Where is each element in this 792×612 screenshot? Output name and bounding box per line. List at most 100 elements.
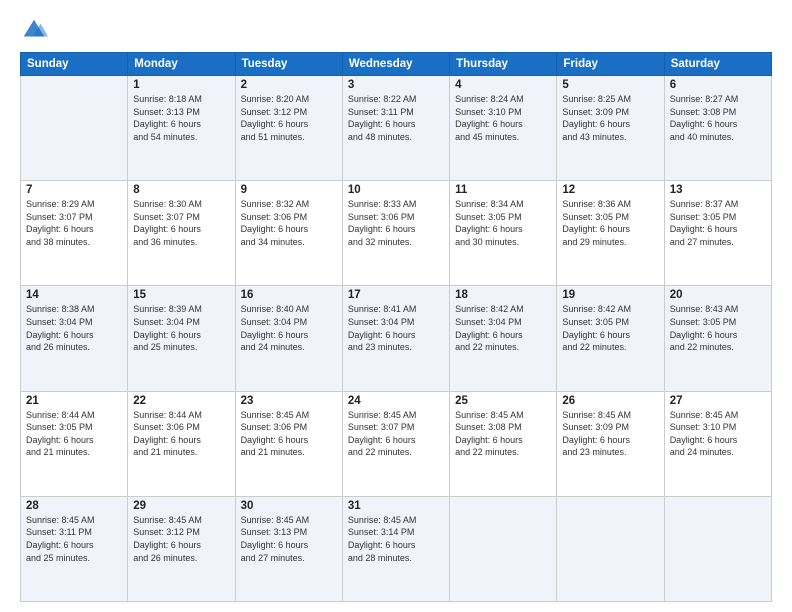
cell-info: Sunrise: 8:45 AM Sunset: 3:07 PM Dayligh…	[348, 409, 444, 459]
calendar-cell	[557, 496, 664, 601]
day-number: 26	[562, 395, 658, 407]
day-number: 27	[670, 395, 766, 407]
cell-info: Sunrise: 8:38 AM Sunset: 3:04 PM Dayligh…	[26, 303, 122, 353]
cell-info: Sunrise: 8:40 AM Sunset: 3:04 PM Dayligh…	[241, 303, 337, 353]
calendar-cell: 30 Sunrise: 8:45 AM Sunset: 3:13 PM Dayli…	[235, 496, 342, 601]
cell-info: Sunrise: 8:45 AM Sunset: 3:11 PM Dayligh…	[26, 514, 122, 564]
calendar-cell: 11 Sunrise: 8:34 AM Sunset: 3:05 PM Dayli…	[450, 181, 557, 286]
calendar-cell: 7Sunrise: 8:29 AM Sunset: 3:07 PM Daylig…	[21, 181, 128, 286]
day-number: 4	[455, 79, 551, 91]
calendar-week-row: 28 Sunrise: 8:45 AM Sunset: 3:11 PM Dayli…	[21, 496, 772, 601]
calendar-cell: 16 Sunrise: 8:40 AM Sunset: 3:04 PM Dayli…	[235, 286, 342, 391]
day-number: 1	[133, 79, 229, 91]
calendar-week-row: 1 Sunrise: 8:18 AM Sunset: 3:13 PM Daylig…	[21, 76, 772, 181]
calendar-table: SundayMondayTuesdayWednesdayThursdayFrid…	[20, 52, 772, 602]
calendar-day-header: Saturday	[664, 53, 771, 76]
cell-info: Sunrise: 8:25 AM Sunset: 3:09 PM Dayligh…	[562, 93, 658, 143]
cell-info: Sunrise: 8:18 AM Sunset: 3:13 PM Dayligh…	[133, 93, 229, 143]
calendar-cell: 31Sunrise: 8:45 AM Sunset: 3:14 PM Dayli…	[342, 496, 449, 601]
calendar-cell: 15 Sunrise: 8:39 AM Sunset: 3:04 PM Dayli…	[128, 286, 235, 391]
day-number: 6	[670, 79, 766, 91]
cell-info: Sunrise: 8:34 AM Sunset: 3:05 PM Dayligh…	[455, 198, 551, 248]
calendar-cell: 14Sunrise: 8:38 AM Sunset: 3:04 PM Dayli…	[21, 286, 128, 391]
day-number: 8	[133, 184, 229, 196]
cell-info: Sunrise: 8:45 AM Sunset: 3:09 PM Dayligh…	[562, 409, 658, 459]
logo-icon	[20, 16, 48, 44]
cell-info: Sunrise: 8:45 AM Sunset: 3:13 PM Dayligh…	[241, 514, 337, 564]
header	[20, 16, 772, 44]
cell-info: Sunrise: 8:37 AM Sunset: 3:05 PM Dayligh…	[670, 198, 766, 248]
cell-info: Sunrise: 8:43 AM Sunset: 3:05 PM Dayligh…	[670, 303, 766, 353]
day-number: 17	[348, 289, 444, 301]
calendar-cell	[450, 496, 557, 601]
calendar-week-row: 21 Sunrise: 8:44 AM Sunset: 3:05 PM Dayli…	[21, 391, 772, 496]
day-number: 31	[348, 500, 444, 512]
calendar-cell	[21, 76, 128, 181]
calendar-week-row: 14Sunrise: 8:38 AM Sunset: 3:04 PM Dayli…	[21, 286, 772, 391]
cell-info: Sunrise: 8:41 AM Sunset: 3:04 PM Dayligh…	[348, 303, 444, 353]
calendar-cell: 22 Sunrise: 8:44 AM Sunset: 3:06 PM Dayli…	[128, 391, 235, 496]
calendar-cell: 9 Sunrise: 8:32 AM Sunset: 3:06 PM Daylig…	[235, 181, 342, 286]
day-number: 23	[241, 395, 337, 407]
cell-info: Sunrise: 8:20 AM Sunset: 3:12 PM Dayligh…	[241, 93, 337, 143]
calendar-day-header: Tuesday	[235, 53, 342, 76]
calendar-cell: 20Sunrise: 8:43 AM Sunset: 3:05 PM Dayli…	[664, 286, 771, 391]
day-number: 10	[348, 184, 444, 196]
cell-info: Sunrise: 8:44 AM Sunset: 3:06 PM Dayligh…	[133, 409, 229, 459]
day-number: 19	[562, 289, 658, 301]
day-number: 18	[455, 289, 551, 301]
calendar-cell: 26 Sunrise: 8:45 AM Sunset: 3:09 PM Dayli…	[557, 391, 664, 496]
cell-info: Sunrise: 8:45 AM Sunset: 3:08 PM Dayligh…	[455, 409, 551, 459]
cell-info: Sunrise: 8:45 AM Sunset: 3:12 PM Dayligh…	[133, 514, 229, 564]
calendar-cell: 28 Sunrise: 8:45 AM Sunset: 3:11 PM Dayli…	[21, 496, 128, 601]
calendar-cell: 2Sunrise: 8:20 AM Sunset: 3:12 PM Daylig…	[235, 76, 342, 181]
cell-info: Sunrise: 8:32 AM Sunset: 3:06 PM Dayligh…	[241, 198, 337, 248]
day-number: 22	[133, 395, 229, 407]
day-number: 13	[670, 184, 766, 196]
day-number: 24	[348, 395, 444, 407]
cell-info: Sunrise: 8:39 AM Sunset: 3:04 PM Dayligh…	[133, 303, 229, 353]
calendar-cell: 6Sunrise: 8:27 AM Sunset: 3:08 PM Daylig…	[664, 76, 771, 181]
day-number: 29	[133, 500, 229, 512]
calendar-cell: 25Sunrise: 8:45 AM Sunset: 3:08 PM Dayli…	[450, 391, 557, 496]
calendar-cell: 1 Sunrise: 8:18 AM Sunset: 3:13 PM Daylig…	[128, 76, 235, 181]
day-number: 11	[455, 184, 551, 196]
calendar-cell: 12 Sunrise: 8:36 AM Sunset: 3:05 PM Dayli…	[557, 181, 664, 286]
day-number: 3	[348, 79, 444, 91]
calendar-header-row: SundayMondayTuesdayWednesdayThursdayFrid…	[21, 53, 772, 76]
day-number: 12	[562, 184, 658, 196]
calendar-cell: 27 Sunrise: 8:45 AM Sunset: 3:10 PM Dayli…	[664, 391, 771, 496]
calendar-day-header: Sunday	[21, 53, 128, 76]
calendar-cell: 23 Sunrise: 8:45 AM Sunset: 3:06 PM Dayli…	[235, 391, 342, 496]
calendar-cell: 21 Sunrise: 8:44 AM Sunset: 3:05 PM Dayli…	[21, 391, 128, 496]
calendar-cell: 3Sunrise: 8:22 AM Sunset: 3:11 PM Daylig…	[342, 76, 449, 181]
calendar-cell: 19Sunrise: 8:42 AM Sunset: 3:05 PM Dayli…	[557, 286, 664, 391]
calendar-cell: 18 Sunrise: 8:42 AM Sunset: 3:04 PM Dayli…	[450, 286, 557, 391]
cell-info: Sunrise: 8:24 AM Sunset: 3:10 PM Dayligh…	[455, 93, 551, 143]
calendar-cell: 8Sunrise: 8:30 AM Sunset: 3:07 PM Daylig…	[128, 181, 235, 286]
cell-info: Sunrise: 8:44 AM Sunset: 3:05 PM Dayligh…	[26, 409, 122, 459]
calendar-cell: 10 Sunrise: 8:33 AM Sunset: 3:06 PM Dayli…	[342, 181, 449, 286]
day-number: 30	[241, 500, 337, 512]
calendar-cell: 5 Sunrise: 8:25 AM Sunset: 3:09 PM Daylig…	[557, 76, 664, 181]
cell-info: Sunrise: 8:36 AM Sunset: 3:05 PM Dayligh…	[562, 198, 658, 248]
day-number: 15	[133, 289, 229, 301]
day-number: 5	[562, 79, 658, 91]
calendar-day-header: Wednesday	[342, 53, 449, 76]
day-number: 7	[26, 184, 122, 196]
calendar-cell: 24 Sunrise: 8:45 AM Sunset: 3:07 PM Dayli…	[342, 391, 449, 496]
cell-info: Sunrise: 8:42 AM Sunset: 3:04 PM Dayligh…	[455, 303, 551, 353]
day-number: 28	[26, 500, 122, 512]
calendar-cell: 4 Sunrise: 8:24 AM Sunset: 3:10 PM Daylig…	[450, 76, 557, 181]
calendar-cell: 13 Sunrise: 8:37 AM Sunset: 3:05 PM Dayli…	[664, 181, 771, 286]
logo	[20, 16, 52, 44]
calendar-cell: 29 Sunrise: 8:45 AM Sunset: 3:12 PM Dayli…	[128, 496, 235, 601]
calendar-day-header: Monday	[128, 53, 235, 76]
day-number: 21	[26, 395, 122, 407]
cell-info: Sunrise: 8:33 AM Sunset: 3:06 PM Dayligh…	[348, 198, 444, 248]
calendar-day-header: Friday	[557, 53, 664, 76]
cell-info: Sunrise: 8:45 AM Sunset: 3:10 PM Dayligh…	[670, 409, 766, 459]
day-number: 9	[241, 184, 337, 196]
cell-info: Sunrise: 8:45 AM Sunset: 3:06 PM Dayligh…	[241, 409, 337, 459]
day-number: 16	[241, 289, 337, 301]
